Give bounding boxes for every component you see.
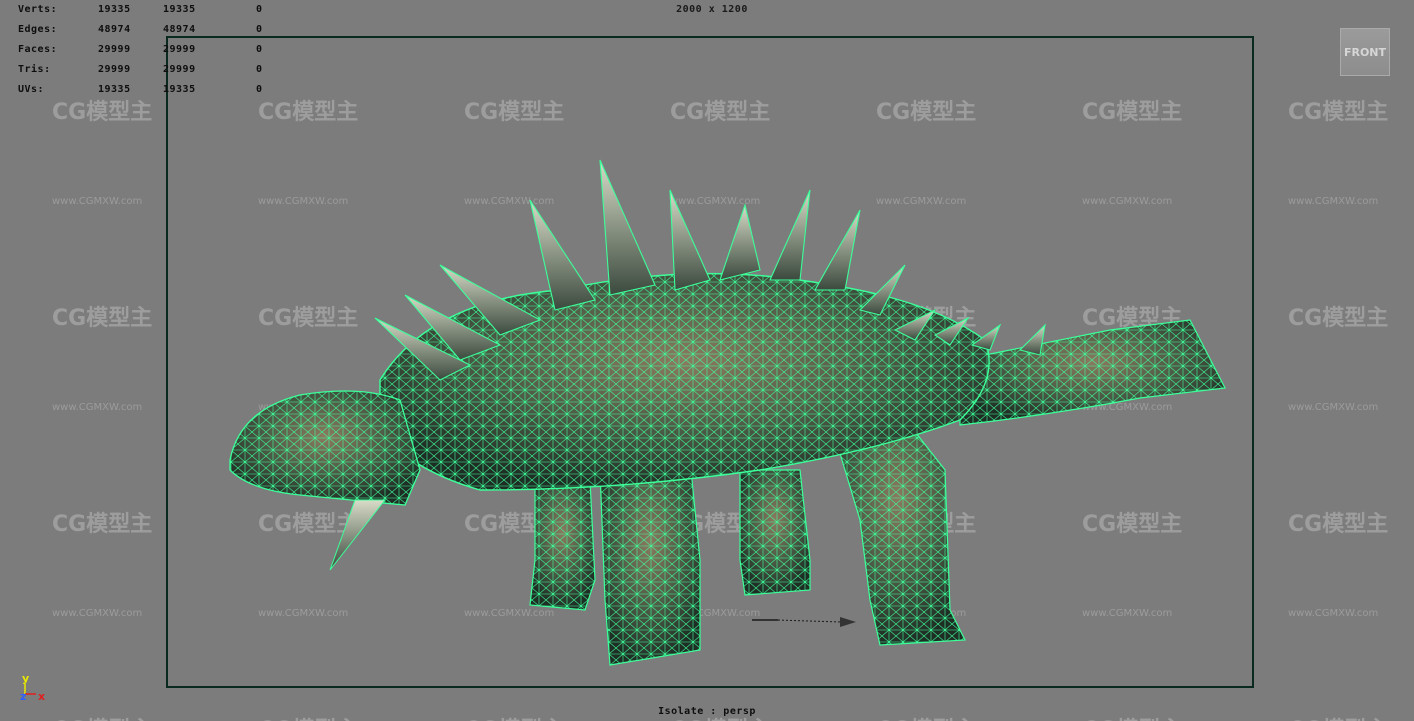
stat-label: Tris:: [18, 64, 51, 75]
stat-c2: 29999: [163, 44, 196, 55]
stat-label: UVs:: [18, 84, 45, 95]
stat-c1: 29999: [98, 44, 131, 55]
stat-c2: 29999: [163, 64, 196, 75]
stat-c2: 19335: [163, 84, 196, 95]
isolate-camera-label: Isolate : persp: [658, 706, 756, 717]
stat-c3: 0: [256, 24, 263, 35]
stat-c3: 0: [256, 44, 263, 55]
fore-legs: [529, 459, 701, 666]
move-manipulator[interactable]: [752, 617, 856, 627]
stat-label: Faces:: [18, 44, 58, 55]
maya-viewport[interactable]: CG模型主 www.CGMXW.com CG模型主 www.CGMXW.com CG模型…: [0, 0, 1414, 721]
poly-count-hud: Verts: 19335 19335 0 Edges: 48974 48974 0 Faces:…: [18, 0, 278, 100]
ankylosaur-wireframe-model[interactable]: [0, 0, 1414, 721]
stat-c2: 48974: [163, 24, 196, 35]
stat-row: Tris: 29999 29999 0: [18, 60, 278, 80]
axis-x-label: x: [38, 690, 45, 703]
stat-c1: 29999: [98, 64, 131, 75]
tail: [959, 319, 1226, 426]
resolution-readout: 2000 x 1200: [676, 4, 748, 15]
stat-c1: 19335: [98, 84, 131, 95]
stat-label: Edges:: [18, 24, 58, 35]
axis-y-label: y: [22, 672, 29, 685]
stat-c3: 0: [256, 84, 263, 95]
head: [229, 390, 421, 571]
stat-row: Faces: 29999 29999 0: [18, 40, 278, 60]
stat-row: UVs: 19335 19335 0: [18, 80, 278, 100]
axis-gizmo: y z x: [20, 672, 45, 703]
stat-row: Edges: 48974 48974 0: [18, 20, 278, 40]
axis-z-label: z: [20, 690, 26, 703]
stat-c3: 0: [256, 64, 263, 75]
view-cube[interactable]: FRONT: [1340, 28, 1390, 76]
stat-c1: 48974: [98, 24, 131, 35]
